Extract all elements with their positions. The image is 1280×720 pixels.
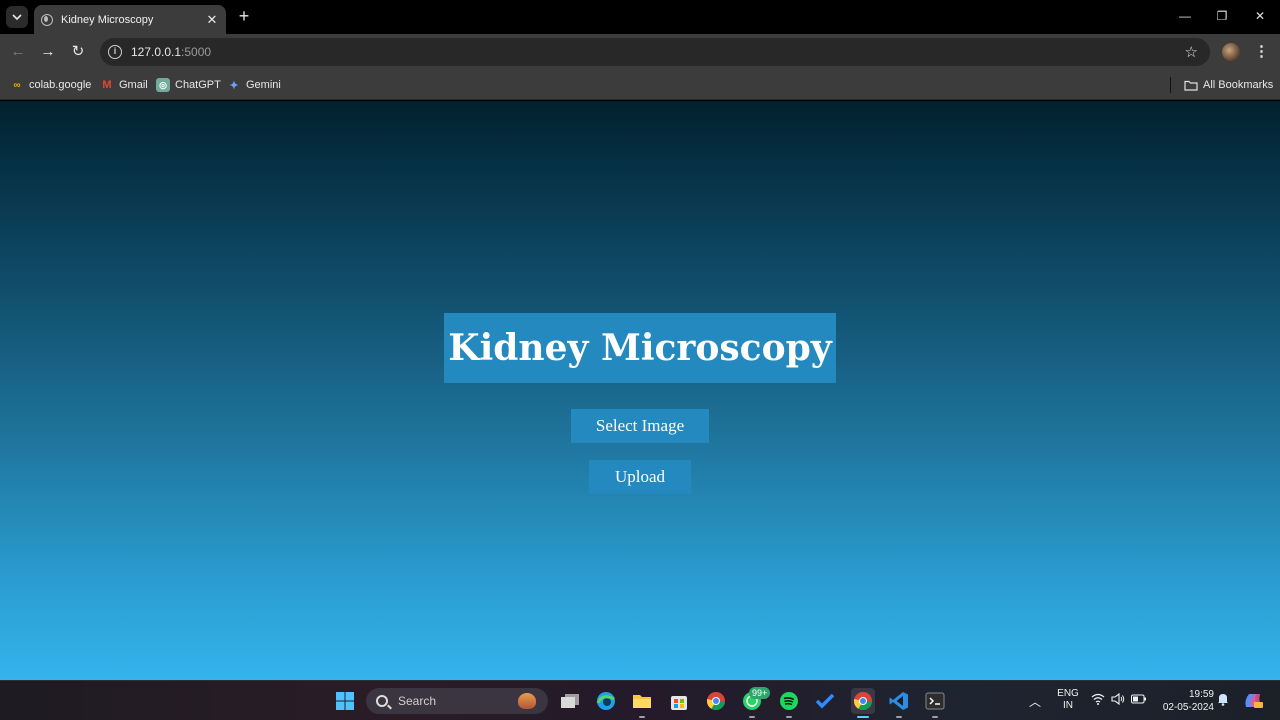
search-highlight-icon <box>518 693 536 709</box>
chevron-down-icon <box>12 14 22 20</box>
reload-icon[interactable]: ↻ <box>69 43 87 61</box>
tab-strip: Kidney Microscopy ✕ + — ❐ ✕ <box>0 0 1280 34</box>
bookmark-chatgpt[interactable]: ◎ ChatGPT <box>156 77 221 93</box>
profile-avatar[interactable] <box>1222 43 1240 61</box>
store-icon[interactable] <box>668 690 690 712</box>
task-view-icon[interactable] <box>559 690 581 712</box>
running-indicator <box>786 716 792 718</box>
select-image-button[interactable]: Select Image <box>571 409 709 443</box>
file-explorer-icon[interactable] <box>631 690 653 712</box>
site-info-icon[interactable]: i <box>108 45 122 59</box>
close-icon[interactable]: ✕ <box>205 12 219 27</box>
folder-icon <box>1184 78 1198 92</box>
chrome-icon[interactable] <box>705 690 727 712</box>
clock[interactable]: 19:59 02-05-2024 <box>1156 688 1214 714</box>
running-indicator <box>932 716 938 718</box>
windows-start-icon[interactable] <box>334 690 356 712</box>
bookmark-colab[interactable]: ∞ colab.google <box>10 77 91 93</box>
restore-icon[interactable]: ❐ <box>1214 8 1230 24</box>
forward-icon[interactable]: → <box>39 43 57 61</box>
url-text[interactable]: 127.0.0.1:5000 <box>131 45 211 59</box>
running-indicator <box>639 716 645 718</box>
running-indicator <box>749 716 755 718</box>
tab-search-button[interactable] <box>6 6 28 28</box>
colab-icon: ∞ <box>13 79 21 91</box>
address-bar[interactable]: i 127.0.0.1:5000 ☆ <box>100 38 1210 66</box>
spotify-icon[interactable] <box>778 690 800 712</box>
terminal-icon[interactable] <box>924 690 946 712</box>
taskbar-search[interactable]: Search <box>366 688 548 714</box>
gmail-icon: M <box>102 79 112 91</box>
tray-chevron-up-icon[interactable]: ︿ <box>1028 693 1042 710</box>
vscode-icon[interactable] <box>888 690 910 712</box>
tab-title: Kidney Microscopy <box>61 13 154 26</box>
todo-icon[interactable] <box>814 690 836 712</box>
volume-icon[interactable] <box>1111 692 1125 708</box>
page-title-panel: Kidney Microscopy <box>444 313 836 383</box>
bookmarks-divider <box>1170 77 1171 93</box>
page-viewport: Kidney Microscopy Select Image Upload <box>0 101 1280 680</box>
back-icon[interactable]: ← <box>9 43 27 61</box>
gemini-icon: ✦ <box>229 79 239 92</box>
all-bookmarks-button[interactable]: All Bookmarks <box>1184 77 1273 93</box>
new-tab-button[interactable]: + <box>236 7 252 25</box>
search-icon <box>376 695 388 707</box>
notification-badge: 99+ <box>749 687 771 699</box>
bookmark-gemini[interactable]: ✦ Gemini <box>227 77 280 93</box>
chatgpt-icon: ◎ <box>156 78 170 92</box>
chrome-active-icon[interactable] <box>851 688 875 714</box>
copilot-icon[interactable] <box>1243 691 1263 712</box>
wifi-icon[interactable] <box>1091 693 1105 708</box>
running-indicator <box>896 716 902 718</box>
bookmark-gmail[interactable]: M Gmail <box>100 77 147 93</box>
notification-bell-icon[interactable] <box>1216 692 1230 709</box>
edge-icon[interactable] <box>595 690 617 712</box>
more-menu-icon[interactable]: ⋮ <box>1254 43 1269 61</box>
taskbar: Search 99+ ︿ ENG IN 19:59 02-05-2024 <box>0 680 1280 720</box>
active-indicator <box>857 716 869 718</box>
battery-icon[interactable] <box>1131 694 1147 707</box>
globe-icon <box>41 13 53 26</box>
bookmark-star-icon[interactable]: ☆ <box>1185 43 1198 61</box>
minimize-icon[interactable]: — <box>1177 8 1193 24</box>
language-indicator[interactable]: ENG IN <box>1054 688 1082 712</box>
page-title: Kidney Microscopy <box>448 327 832 369</box>
browser-tab[interactable]: Kidney Microscopy ✕ <box>34 5 226 34</box>
bookmarks-bar: ∞ colab.google M Gmail ◎ ChatGPT ✦ Gemin… <box>0 70 1280 100</box>
close-window-icon[interactable]: ✕ <box>1252 8 1268 24</box>
upload-button[interactable]: Upload <box>589 460 691 494</box>
browser-toolbar: ← → ↻ i 127.0.0.1:5000 ☆ ⋮ <box>0 34 1280 70</box>
